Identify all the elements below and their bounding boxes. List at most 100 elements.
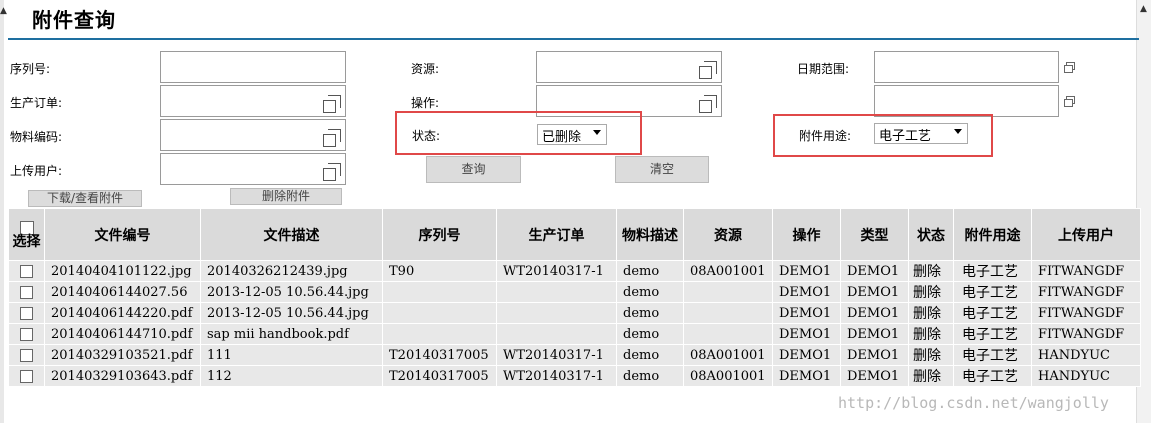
column-header[interactable]: 文件描述 xyxy=(200,208,383,261)
date-start-input[interactable] xyxy=(874,51,1059,83)
table-header-row: 选择 文件编号 文件描述 序列号 生产订单 物料描述 资源 操作 类型 状态 附… xyxy=(8,208,1141,261)
table-row[interactable]: 20140329103521.pdf 111 T20140317005 WT20140… xyxy=(8,344,1141,366)
row-select-cell xyxy=(8,260,45,282)
row-select-cell xyxy=(8,344,45,366)
status-select[interactable]: 已删除 xyxy=(537,124,607,145)
row-checkbox[interactable] xyxy=(20,348,33,362)
table-cell: 111 xyxy=(200,344,383,366)
table-cell: 删除 xyxy=(908,302,954,324)
table-cell: DEMO1 xyxy=(772,302,841,324)
column-header[interactable]: 资源 xyxy=(683,208,773,261)
order-input[interactable] xyxy=(160,85,346,117)
resource-label: 资源: xyxy=(411,62,440,76)
column-header[interactable]: 文件编号 xyxy=(44,208,201,261)
title-divider xyxy=(8,38,1139,40)
column-header[interactable]: 生产订单 xyxy=(496,208,617,261)
table-cell: DEMO1 xyxy=(772,323,841,345)
table-cell: T20140317005 xyxy=(382,344,497,366)
column-header[interactable]: 物料描述 xyxy=(616,208,684,261)
table-cell: FITWANGDF xyxy=(1031,323,1141,345)
column-header[interactable]: 序列号 xyxy=(382,208,497,261)
table-cell: demo xyxy=(616,281,684,303)
table-cell xyxy=(496,302,617,324)
row-checkbox[interactable] xyxy=(20,264,33,278)
table-cell: FITWANGDF xyxy=(1031,260,1141,282)
column-header[interactable]: 类型 xyxy=(840,208,909,261)
upload-user-input[interactable] xyxy=(160,153,346,185)
table-cell: DEMO1 xyxy=(772,344,841,366)
serial-input[interactable] xyxy=(160,51,346,83)
query-button[interactable]: 查询 xyxy=(426,156,521,183)
column-header[interactable]: 操作 xyxy=(772,208,841,261)
chevron-down-icon xyxy=(593,130,601,135)
edge-marker-icon: ▲ xyxy=(0,6,7,16)
date-end-input[interactable] xyxy=(874,85,1059,117)
operation-lookup-icon[interactable] xyxy=(699,95,717,113)
row-select-cell xyxy=(8,323,45,345)
row-checkbox[interactable] xyxy=(20,327,33,341)
material-label: 物料编码: xyxy=(10,130,63,144)
download-view-button[interactable]: 下载/查看附件 xyxy=(28,190,142,207)
scroll-up-icon[interactable]: ▲ xyxy=(1140,4,1147,14)
table-row[interactable]: 20140406144220.pdf 2013-12-05 10.56.44.jp… xyxy=(8,302,1141,324)
column-header[interactable]: 状态 xyxy=(908,208,954,261)
table-cell: DEMO1 xyxy=(772,281,841,303)
table-cell: sap mii handbook.pdf xyxy=(200,323,383,345)
table-cell: 20140329103521.pdf xyxy=(44,344,201,366)
table-cell: 电子工艺 xyxy=(953,260,1032,282)
material-lookup-icon[interactable] xyxy=(323,129,341,147)
table-cell: WT20140317-1 xyxy=(496,344,617,366)
select-all-checkbox[interactable] xyxy=(19,220,34,235)
table-row[interactable]: 20140406144027.56 2013-12-05 10.56.44.jpg… xyxy=(8,281,1141,303)
table-cell: demo xyxy=(616,302,684,324)
table-cell: 20140329103643.pdf xyxy=(44,365,201,387)
table-cell: demo xyxy=(616,365,684,387)
table-cell: 08A001001 xyxy=(683,344,773,366)
table-row[interactable]: 20140404101122.jpg 20140326212439.jpg T90 W… xyxy=(8,260,1141,282)
table-cell: WT20140317-1 xyxy=(496,365,617,387)
table-cell: 电子工艺 xyxy=(953,302,1032,324)
table-cell: HANDYUC xyxy=(1031,365,1141,387)
table-cell: 20140326212439.jpg xyxy=(200,260,383,282)
row-checkbox[interactable] xyxy=(20,285,33,299)
date-start-calendar-icon[interactable] xyxy=(1064,62,1076,73)
table-cell xyxy=(496,281,617,303)
table-cell: 电子工艺 xyxy=(953,365,1032,387)
table-cell: 电子工艺 xyxy=(953,281,1032,303)
serial-label: 序列号: xyxy=(10,62,51,76)
table-cell: 2013-12-05 10.56.44.jpg xyxy=(200,302,383,324)
row-checkbox[interactable] xyxy=(20,369,33,383)
resource-input[interactable] xyxy=(536,51,722,83)
upload-user-lookup-icon[interactable] xyxy=(323,163,341,181)
table-cell xyxy=(683,281,773,303)
table-cell: T20140317005 xyxy=(382,365,497,387)
material-input[interactable] xyxy=(160,119,346,151)
column-header[interactable]: 上传用户 xyxy=(1031,208,1141,261)
column-header[interactable]: 附件用途 xyxy=(953,208,1032,261)
table-cell: DEMO1 xyxy=(840,344,909,366)
resource-lookup-icon[interactable] xyxy=(699,61,717,79)
table-cell: 20140406144027.56 xyxy=(44,281,201,303)
table-row[interactable]: 20140406144710.pdf sap mii handbook.pdf de… xyxy=(8,323,1141,345)
date-end-calendar-icon[interactable] xyxy=(1064,96,1076,107)
upload-user-label: 上传用户: xyxy=(10,164,63,178)
table-cell: demo xyxy=(616,260,684,282)
row-select-cell xyxy=(8,302,45,324)
table-cell: 删除 xyxy=(908,344,954,366)
usage-label: 附件用途: xyxy=(799,129,852,143)
usage-select-value: 电子工艺 xyxy=(879,129,932,144)
table-cell: 删除 xyxy=(908,323,954,345)
watermark-text: http://blog.csdn.net/wangjolly xyxy=(838,394,1109,412)
clear-button[interactable]: 清空 xyxy=(615,156,709,183)
row-select-cell xyxy=(8,365,45,387)
order-lookup-icon[interactable] xyxy=(323,95,341,113)
delete-attachment-button[interactable]: 删除附件 xyxy=(230,188,342,205)
table-cell xyxy=(683,323,773,345)
table-row[interactable]: 20140329103643.pdf 112 T20140317005 WT20140… xyxy=(8,365,1141,387)
table-cell: DEMO1 xyxy=(840,302,909,324)
usage-select[interactable]: 电子工艺 xyxy=(874,123,968,144)
table-cell: 删除 xyxy=(908,365,954,387)
page-title: 附件查询 xyxy=(32,8,116,32)
row-checkbox[interactable] xyxy=(20,306,33,320)
row-select-cell xyxy=(8,281,45,303)
